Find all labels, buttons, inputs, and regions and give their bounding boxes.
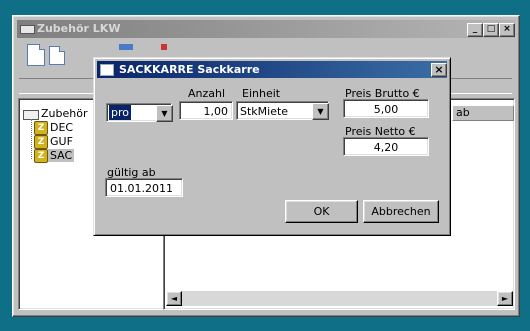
new-document-icon[interactable] xyxy=(27,44,45,66)
window-titlebar[interactable]: Zubehör LKW _ □ × xyxy=(17,20,515,38)
chevron-down-icon[interactable]: ▼ xyxy=(312,103,329,120)
window-title: Zubehör LKW xyxy=(37,22,121,35)
tree-item-icon: Z xyxy=(34,149,48,163)
column-header-ab[interactable]: ab xyxy=(452,105,514,121)
anzahl-label: Anzahl xyxy=(188,87,226,100)
einheit-select[interactable]: StkMiete ▼ xyxy=(236,101,329,120)
save-icon[interactable] xyxy=(119,44,133,50)
pro-select-value: pro xyxy=(109,105,131,120)
delete-icon[interactable] xyxy=(161,44,167,50)
einheit-value: StkMiete xyxy=(240,105,289,118)
ok-button[interactable]: OK xyxy=(285,200,358,223)
dialog-icon xyxy=(100,64,114,76)
einheit-label: Einheit xyxy=(242,87,281,100)
column-header-ab-label: ab xyxy=(456,106,470,119)
preis-brutto-input[interactable]: 5,00 xyxy=(343,99,429,118)
tree-item-dec[interactable]: DEC xyxy=(50,121,73,134)
window-icon xyxy=(20,25,35,34)
document-icon[interactable] xyxy=(49,46,65,65)
edit-dialog: SACKKARRE Sackkarre × pro ▼ Anzahl 1,00 … xyxy=(93,57,451,236)
tree-line xyxy=(31,119,33,159)
horizontal-scrollbar[interactable]: ◄ ► xyxy=(166,291,513,306)
cancel-button[interactable]: Abbrechen xyxy=(363,200,439,223)
tree-root-label[interactable]: Zubehör xyxy=(41,107,87,120)
gueltig-ab-input[interactable]: 01.01.2011 xyxy=(105,178,183,197)
pro-select[interactable]: pro ▼ xyxy=(106,103,173,122)
minimize-button[interactable]: _ xyxy=(467,23,483,37)
dialog-close-button[interactable]: × xyxy=(431,63,447,77)
close-button[interactable]: × xyxy=(499,23,515,37)
dialog-title: SACKKARRE Sackkarre xyxy=(119,63,260,76)
preis-netto-input[interactable]: 4,20 xyxy=(343,137,429,156)
tree-item-sac[interactable]: SAC xyxy=(48,149,75,162)
scroll-left-arrow-icon[interactable]: ◄ xyxy=(166,291,182,306)
tree-item-icon: Z xyxy=(34,121,48,135)
scroll-right-arrow-icon[interactable]: ► xyxy=(497,291,513,306)
tree-item-guf[interactable]: GUF xyxy=(50,135,73,148)
maximize-button[interactable]: □ xyxy=(483,23,499,37)
dialog-titlebar[interactable]: SACKKARRE Sackkarre × xyxy=(97,61,447,78)
chevron-down-icon[interactable]: ▼ xyxy=(156,105,173,122)
anzahl-input[interactable]: 1,00 xyxy=(179,101,233,120)
tree-item-icon: Z xyxy=(34,135,48,149)
